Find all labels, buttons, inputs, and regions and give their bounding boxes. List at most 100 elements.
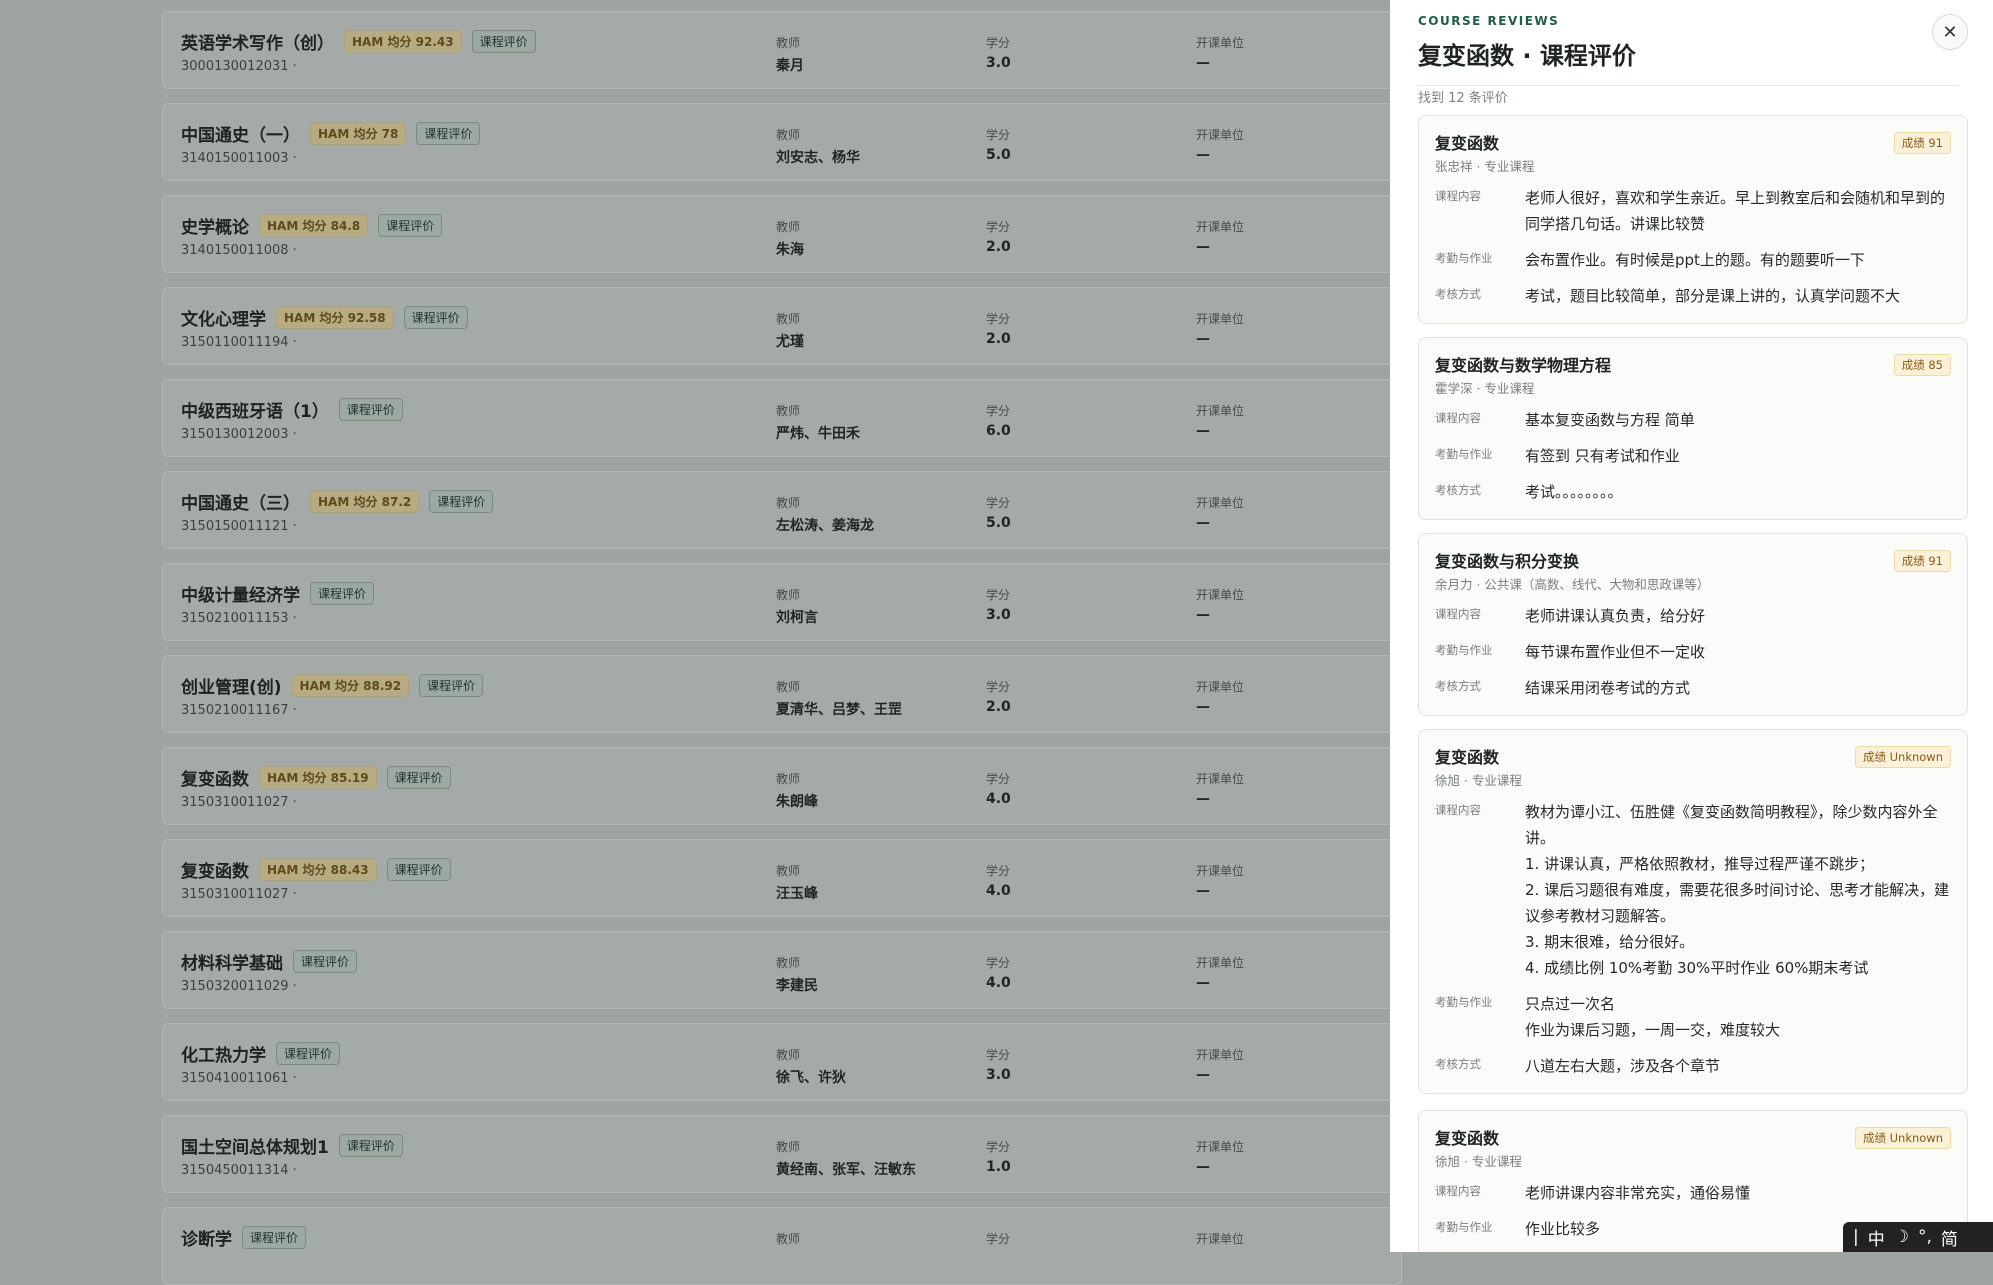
course-review-button[interactable]: 课程评价 bbox=[242, 1225, 307, 1249]
course-title: 材料科学基础 课程评价 bbox=[181, 948, 358, 974]
course-row[interactable]: 中国通史（一） HAM 均分 78 课程评价 3140150011003 · 教师 刘安志… bbox=[162, 103, 1402, 181]
course-review-button[interactable]: 课程评价 bbox=[293, 949, 358, 973]
course-review-button[interactable]: 课程评价 bbox=[471, 29, 536, 53]
review-content-text: 教材为谭小江、伍胜健《复变函数简明教程》，除少数内容外全讲。 1. 讲课认真，严… bbox=[1525, 803, 1950, 977]
course-review-button[interactable]: 课程评价 bbox=[338, 397, 403, 421]
course-row[interactable]: 文化心理学 HAM 均分 92.58 课程评价 3150110011194 · 教师 尤瑾… bbox=[162, 287, 1402, 365]
unit-value: — bbox=[1196, 331, 1210, 347]
grade-badge: 成绩 Unknown bbox=[1854, 1127, 1951, 1149]
course-row[interactable]: 复变函数 HAM 均分 85.19 课程评价 3150310011027 · 教师 朱朗峰… bbox=[162, 747, 1402, 825]
review-content-label: 课程内容 bbox=[1435, 189, 1481, 203]
review-assessment-label: 考核方式 bbox=[1435, 1057, 1481, 1071]
ime-language-toggle[interactable]: 中 bbox=[1868, 1225, 1885, 1250]
unit-value: — bbox=[1196, 423, 1210, 439]
course-row[interactable]: 中级计量经济学 课程评价 3150210011153 · 教师 刘柯言 学分 3.0 开课单位… bbox=[162, 563, 1402, 641]
unit-column: 开课单位 — bbox=[1196, 862, 1244, 899]
course-title: 中国通史（一） HAM 均分 78 课程评价 bbox=[181, 120, 481, 146]
unit-value: — bbox=[1196, 239, 1210, 255]
course-row[interactable]: 材料科学基础 课程评价 3150320011029 · 教师 李建民 学分 4.0 开课单位 — bbox=[162, 931, 1402, 1009]
review-assessment-row: 考核方式 考试。。。。。。。。 bbox=[1435, 479, 1951, 505]
credit-column: 学分 3.0 bbox=[986, 586, 1011, 623]
close-button[interactable]: ✕ bbox=[1932, 14, 1968, 50]
credit-value: 3.0 bbox=[986, 1067, 1011, 1083]
teacher-value: 左松涛、姜海龙 bbox=[776, 518, 874, 534]
review-attendance-label: 考勤与作业 bbox=[1435, 447, 1493, 461]
teacher-column: 教师 朱海 bbox=[776, 218, 804, 259]
course-row[interactable]: 复变函数 HAM 均分 88.43 课程评价 3150310011027 · 教师 汪玉峰… bbox=[162, 839, 1402, 917]
review-card: 复变函数 徐旭 · 专业课程 成绩 Unknown 课程内容 教材为谭小江、伍胜健《复变… bbox=[1418, 729, 1968, 1094]
course-review-button[interactable]: 课程评价 bbox=[386, 765, 451, 789]
teacher-column: 教师 尤瑾 bbox=[776, 310, 804, 351]
drawer-title: 复变函数 · 课程评价 bbox=[1418, 42, 1636, 70]
credit-value: 2.0 bbox=[986, 331, 1011, 347]
review-content-text: 基本复变函数与方程 简单 bbox=[1525, 411, 1695, 429]
unit-value: — bbox=[1196, 883, 1210, 899]
course-review-button[interactable]: 课程评价 bbox=[338, 1133, 403, 1157]
unit-label: 开课单位 bbox=[1196, 1140, 1245, 1154]
teacher-value: 汪玉峰 bbox=[776, 886, 818, 902]
course-name: 英语学术写作（创） bbox=[181, 33, 334, 54]
teacher-value: 李建民 bbox=[776, 978, 818, 994]
course-review-button[interactable]: 课程评价 bbox=[378, 213, 443, 237]
course-row[interactable]: 国土空间总体规划1 课程评价 3150450011314 · 教师 黄经南、张军、汪敏东… bbox=[162, 1115, 1402, 1193]
course-review-button[interactable]: 课程评价 bbox=[419, 673, 484, 697]
credit-column: 学分 6.0 bbox=[986, 402, 1011, 439]
course-row[interactable]: 中国通史（三） HAM 均分 87.2 课程评价 3150150011121 · 教师左… bbox=[162, 471, 1402, 549]
grade-badge: 成绩 85 bbox=[1893, 354, 1951, 376]
course-review-button[interactable]: 课程评价 bbox=[416, 121, 481, 145]
unit-label: 开课单位 bbox=[1196, 588, 1245, 602]
course-review-button[interactable]: 课程评价 bbox=[386, 857, 451, 881]
credit-value: 2.0 bbox=[986, 699, 1011, 715]
course-row[interactable]: 化工热力学 课程评价 3150410011061 · 教师 徐飞、许狄 学分 3.0 开课单位… bbox=[162, 1023, 1402, 1101]
course-code: 3150150011121 · bbox=[181, 519, 297, 534]
teacher-label: 教师 bbox=[776, 680, 801, 694]
review-attendance-row: 考勤与作业 有签到 只有考试和作业 bbox=[1435, 443, 1951, 469]
credit-value: 2.0 bbox=[986, 239, 1011, 255]
review-content-row: 课程内容 老师讲课认真负责，给分好 bbox=[1435, 603, 1951, 629]
course-name: 复变函数 bbox=[181, 769, 249, 790]
review-assessment-row: 考核方式 八道左右大题，涉及各个章节 bbox=[1435, 1053, 1951, 1079]
course-review-button[interactable]: 课程评价 bbox=[429, 489, 494, 513]
course-review-button[interactable]: 课程评价 bbox=[310, 581, 375, 605]
teacher-value: 刘安志、杨华 bbox=[776, 150, 860, 166]
teacher-label: 教师 bbox=[776, 1048, 801, 1062]
course-code: 3150450011314 · bbox=[181, 1163, 297, 1178]
review-card: 复变函数 张忠祥 · 专业课程 成绩 91 课程内容 老师人很好，喜欢和学生亲近。早上到… bbox=[1418, 115, 1968, 324]
ham-score-badge: HAM 均分 88.92 bbox=[291, 673, 410, 697]
course-row[interactable]: 英语学术写作（创） HAM 均分 92.43 课程评价 3000130012031 ·… bbox=[162, 11, 1402, 89]
teacher-label: 教师 bbox=[776, 496, 801, 510]
credit-column: 学分 3.0 bbox=[986, 1046, 1011, 1083]
teacher-label: 教师 bbox=[776, 1232, 801, 1246]
credit-label: 学分 bbox=[986, 1140, 1011, 1154]
course-name: 化工热力学 bbox=[181, 1045, 266, 1066]
ham-score-badge: HAM 均分 87.2 bbox=[310, 489, 420, 513]
credit-label: 学分 bbox=[986, 128, 1011, 142]
teacher-value: 朱海 bbox=[776, 242, 804, 258]
course-review-button[interactable]: 课程评价 bbox=[276, 1041, 341, 1065]
review-teacher-meta: 霍学深 · 专业课程 bbox=[1435, 381, 1535, 396]
course-row[interactable]: 创业管理(创) HAM 均分 88.92 课程评价 3150210011167 · 教师… bbox=[162, 655, 1402, 733]
review-content-row: 课程内容 老师讲课内容非常充实，通俗易懂 bbox=[1435, 1180, 1951, 1206]
unit-column: 开课单位 — bbox=[1196, 586, 1244, 623]
credit-column: 学分 1.0 bbox=[986, 1138, 1011, 1175]
review-assessment-label: 考核方式 bbox=[1435, 287, 1481, 301]
course-code: 3140150011003 · bbox=[181, 151, 297, 166]
simplified-toggle[interactable]: 简 bbox=[1941, 1225, 1958, 1250]
course-row[interactable]: 史学概论 HAM 均分 84.8 课程评价 3140150011008 · 教师 朱海 学分… bbox=[162, 195, 1402, 273]
review-count: 找到 12 条评价 bbox=[1418, 91, 1508, 106]
moon-icon[interactable]: ☽ bbox=[1894, 1227, 1909, 1247]
course-row[interactable]: 中级西班牙语（1） 课程评价 3150130012003 · 教师 严炜、牛田禾 学分 6.… bbox=[162, 379, 1402, 457]
course-review-button[interactable]: 课程评价 bbox=[403, 305, 468, 329]
course-name: 国土空间总体规划1 bbox=[181, 1137, 329, 1158]
credit-value: 3.0 bbox=[986, 607, 1011, 623]
close-icon: ✕ bbox=[1942, 21, 1958, 43]
teacher-value: 刘柯言 bbox=[776, 610, 818, 626]
course-row[interactable]: 诊断学 课程评价 教师 学分 开课单位 bbox=[162, 1207, 1402, 1285]
unit-column: 开课单位 — bbox=[1196, 954, 1244, 991]
ime-toolbar[interactable]: | 中 ☽ °, 简 bbox=[1843, 1222, 1993, 1252]
credit-value: 4.0 bbox=[986, 883, 1011, 899]
review-content-text: 老师讲课内容非常充实，通俗易懂 bbox=[1525, 1184, 1751, 1202]
punctuation-toggle[interactable]: °, bbox=[1918, 1227, 1932, 1247]
review-teacher-meta: 张忠祥 · 专业课程 bbox=[1435, 159, 1535, 174]
credit-column: 学分 bbox=[986, 1230, 1010, 1251]
